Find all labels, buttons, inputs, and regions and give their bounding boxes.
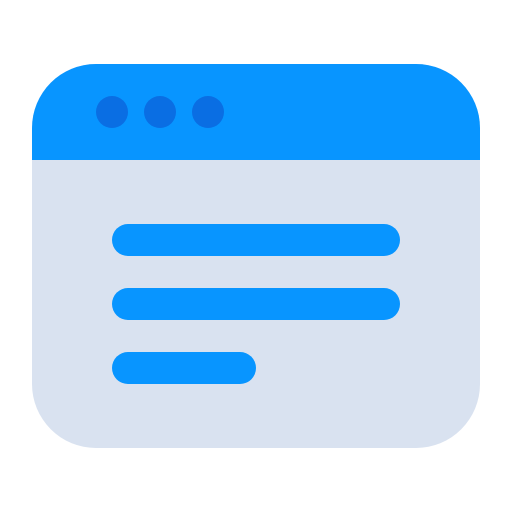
content-line bbox=[112, 288, 400, 320]
content-line bbox=[112, 352, 256, 384]
window-dot-icon bbox=[144, 96, 176, 128]
window-dot-icon bbox=[96, 96, 128, 128]
window-dot-icon bbox=[192, 96, 224, 128]
content-line bbox=[112, 224, 400, 256]
icon-canvas bbox=[0, 0, 512, 512]
browser-window-icon bbox=[32, 64, 480, 448]
